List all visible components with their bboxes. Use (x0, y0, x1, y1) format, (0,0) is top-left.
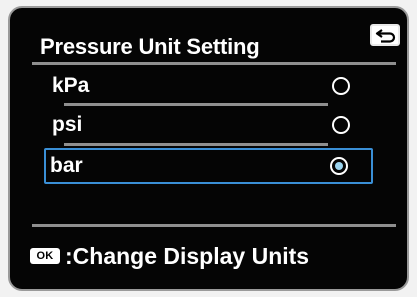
option-divider (64, 143, 328, 146)
ok-key-icon: OK (30, 248, 60, 264)
radio-button[interactable] (332, 116, 350, 134)
radio-button-selected[interactable] (330, 157, 348, 175)
option-psi[interactable]: psi (46, 107, 376, 143)
option-label: psi (52, 113, 83, 136)
option-label: kPa (52, 74, 90, 97)
option-label: bar (50, 154, 83, 177)
radio-button[interactable] (332, 77, 350, 95)
option-bar[interactable]: bar (44, 148, 373, 184)
device-frame: Pressure Unit Setting kPa psi bar OK :Ch… (0, 0, 417, 297)
title-divider (32, 62, 396, 65)
footer-hint-text: :Change Display Units (65, 243, 310, 269)
back-button[interactable] (370, 24, 400, 46)
option-divider (64, 103, 328, 106)
return-arrow-icon (375, 29, 396, 43)
option-kpa[interactable]: kPa (46, 68, 376, 104)
footer-divider (32, 224, 396, 227)
page-title: Pressure Unit Setting (40, 34, 260, 59)
